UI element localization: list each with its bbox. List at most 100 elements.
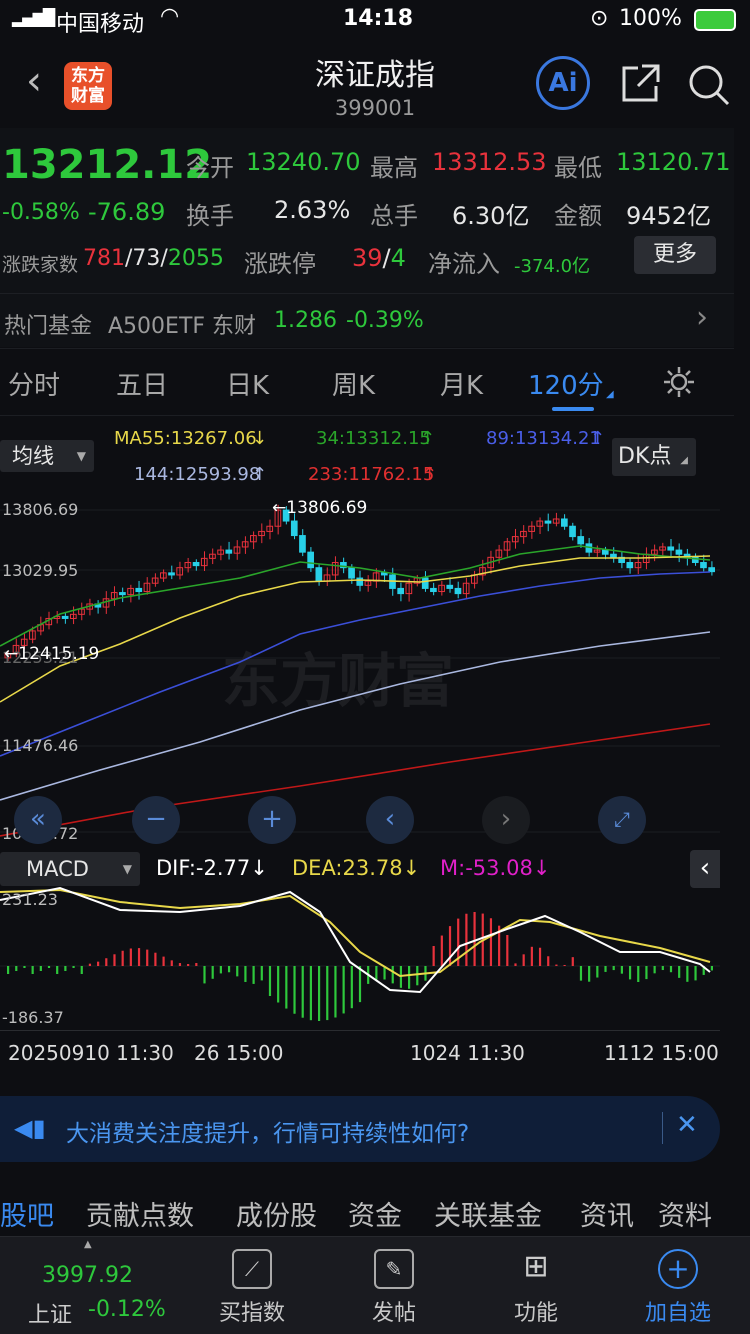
- ma-selector[interactable]: 均线 ▼: [0, 440, 94, 472]
- battery-icon: [694, 9, 736, 31]
- turnover-value: 2.63%: [274, 196, 351, 224]
- edit-icon: ✎: [374, 1249, 414, 1289]
- candle-body: [561, 518, 568, 527]
- settings-icon[interactable]: [662, 365, 696, 399]
- dea-value: DEA:23.78↓: [292, 856, 421, 880]
- header: ‹ 东方 财富 深证成指 399001 Ai: [0, 40, 750, 128]
- ma144-arrow: ↑: [252, 464, 268, 485]
- macd-y-bottom: -186.37: [2, 1008, 64, 1027]
- fund-label: 热门基金: [4, 314, 93, 339]
- tab-constituents[interactable]: 成份股: [236, 1194, 317, 1233]
- tab-120-min[interactable]: 120分: [528, 365, 604, 402]
- index-change[interactable]: -0.12%: [88, 1297, 166, 1322]
- limit-values: 39/4: [352, 244, 406, 272]
- m-value: M:-53.08↓: [440, 856, 551, 880]
- clock: 14:18: [343, 6, 414, 31]
- high-label: 最高: [370, 154, 418, 182]
- scroll-right-button[interactable]: ›: [482, 796, 530, 844]
- amount-value: 9452亿: [626, 202, 712, 230]
- ma34-arrow: ↑: [420, 428, 436, 449]
- nav-add-watchlist[interactable]: + 加自选: [618, 1237, 738, 1327]
- ma89-value: 89:13134.21: [486, 428, 601, 449]
- active-tab-indicator: [552, 407, 594, 411]
- grid-icon: ⊞: [523, 1249, 549, 1284]
- candle-body: [168, 572, 175, 576]
- macd-y-top: 231.23: [2, 890, 58, 909]
- limit-label: 涨跌停: [244, 250, 316, 278]
- netflow-label: 净流入: [428, 250, 500, 278]
- dk-point-button[interactable]: DK点 ◢: [612, 438, 696, 476]
- search-icon[interactable]: [686, 62, 732, 108]
- fullscreen-button[interactable]: ⤢: [598, 796, 646, 844]
- rewind-button[interactable]: «: [14, 796, 62, 844]
- status-bar: ▂▄▆█ 中国移动 ◠ 14:18 ⊙ 100%: [0, 0, 750, 40]
- candle-body: [454, 587, 462, 595]
- period-tabs: 分时 五日 日K 周K 月K 120分 ◢: [0, 348, 734, 416]
- macd-selector[interactable]: MACD ▼: [0, 852, 140, 886]
- candle-body: [299, 535, 306, 553]
- chart-icon: ⟋: [232, 1249, 272, 1289]
- change-pct: -0.58%: [2, 200, 80, 225]
- candle-body: [708, 567, 716, 573]
- tab-week-k[interactable]: 周K: [332, 365, 375, 402]
- zoom-out-button[interactable]: −: [132, 796, 180, 844]
- ai-button[interactable]: Ai: [536, 56, 590, 110]
- last-price: 13212.12: [2, 142, 213, 188]
- macd-chart[interactable]: [0, 882, 720, 1030]
- x-label-3: 1024 11:30: [410, 1041, 525, 1065]
- candle-body: [135, 587, 143, 593]
- nav-buy-index[interactable]: ⟋ 买指数: [192, 1237, 312, 1327]
- turnover-label: 换手: [186, 202, 234, 230]
- tab-related-funds[interactable]: 关联基金: [434, 1194, 542, 1233]
- macd-lines: [0, 886, 711, 994]
- hot-fund-row[interactable]: 热门基金 A500ETF 东财 1.286 -0.39% ›: [0, 293, 734, 347]
- tab-guba[interactable]: 股吧: [0, 1194, 54, 1233]
- tab-five-day[interactable]: 五日: [116, 365, 168, 402]
- ma233-arrow: ↑: [422, 464, 438, 485]
- index-name[interactable]: 上证: [28, 1297, 72, 1329]
- high-value: 13312.53: [432, 148, 547, 176]
- zoom-in-button[interactable]: +: [248, 796, 296, 844]
- candle-body: [290, 520, 298, 537]
- scroll-left-button[interactable]: ‹: [366, 796, 414, 844]
- breadth-values: 781/73/2055: [83, 246, 224, 271]
- close-icon[interactable]: ✕: [676, 1110, 698, 1140]
- tab-month-k[interactable]: 月K: [440, 365, 483, 402]
- low-label: 最低: [554, 154, 602, 182]
- tab-funds[interactable]: 资金: [348, 1194, 402, 1233]
- candle-body: [397, 587, 405, 595]
- corner-icon: ◢: [680, 455, 688, 466]
- x-axis: 20250910 11:30 26 15:00 1024 11:30 1112 …: [0, 1030, 720, 1082]
- change-value: -76.89: [88, 198, 166, 226]
- fund-name: A500ETF 东财: [108, 314, 257, 339]
- more-button[interactable]: 更多: [634, 236, 716, 274]
- dif-value: DIF:-2.77↓: [156, 856, 268, 880]
- nav-functions[interactable]: ⊞ 功能: [476, 1237, 596, 1327]
- candle-body: [626, 562, 634, 569]
- volume-value: 6.30亿: [452, 202, 530, 230]
- quote-panel: 13212.12 -0.58% -76.89 今开 13240.70 最高 13…: [0, 128, 734, 293]
- candle-body: [577, 536, 585, 545]
- news-banner[interactable]: ◀▮ 大消费关注度提升，行情可持续性如何? ✕: [0, 1096, 720, 1162]
- tab-day-k[interactable]: 日K: [226, 365, 269, 402]
- tab-minute[interactable]: 分时: [8, 365, 60, 402]
- candle-body: [601, 549, 609, 555]
- tab-news[interactable]: 资讯: [580, 1194, 634, 1233]
- candle-body: [225, 549, 233, 554]
- candle-body: [61, 615, 69, 619]
- tab-contribution[interactable]: 贡献点数: [86, 1194, 194, 1233]
- index-value[interactable]: 3997.92: [42, 1263, 133, 1288]
- nav-post[interactable]: ✎ 发帖: [334, 1237, 454, 1327]
- tab-profile[interactable]: 资料: [658, 1194, 712, 1233]
- chevron-right-icon: ›: [696, 300, 708, 335]
- share-icon[interactable]: [618, 62, 662, 106]
- ma233-value: 233:11762.15: [308, 464, 435, 485]
- ma55-value: MA55:13267.06: [114, 428, 257, 449]
- dropdown-icon: ▼: [76, 449, 86, 463]
- dif-line: [0, 886, 711, 994]
- rotation-lock-icon: ⊙: [590, 6, 609, 31]
- add-icon: +: [658, 1249, 698, 1289]
- caret-up-icon: ▲: [84, 1239, 92, 1250]
- macd-histogram: [0, 912, 720, 1021]
- candle-body: [315, 567, 323, 582]
